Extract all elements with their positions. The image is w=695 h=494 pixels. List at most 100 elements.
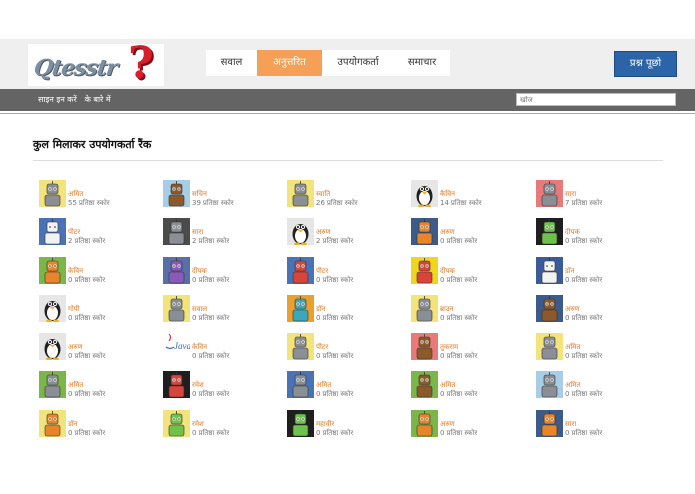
robot-orange-icon[interactable] [39,257,66,284]
user-name-link[interactable]: अमित [565,381,580,390]
robot-gray-icon[interactable] [163,295,190,322]
nav-questions[interactable]: सवाल [206,50,257,76]
user-card[interactable]: सारा 7 प्रतिष्ठा स्कोर [536,180,654,208]
user-card[interactable]: अमित 55 प्रतिष्ठा स्कोर [39,180,157,208]
user-name-link[interactable]: रमेश [192,381,204,390]
user-name-link[interactable]: अमित [68,190,83,199]
user-card[interactable]: दीपक 0 प्रतिष्ठा स्कोर [411,257,529,285]
user-card[interactable]: कैविन 14 प्रतिष्ठा स्कोर [411,180,529,208]
search-input[interactable] [516,93,676,106]
user-name-link[interactable]: अमित [316,381,331,390]
nav-news[interactable]: समाचार [394,50,450,76]
robot-gray-icon[interactable] [536,371,563,398]
robot-gray-icon[interactable] [287,333,314,360]
user-name-link[interactable]: अरुण [565,305,580,314]
user-card[interactable]: अमित 0 प्रतिष्ठा स्कोर [411,371,529,399]
user-card[interactable]: पीटर 0 प्रतिष्ठा स्कोर [287,333,405,361]
user-name-link[interactable]: अमित [68,381,83,390]
user-card[interactable]: रमेश 0 प्रतिष्ठा स्कोर [163,371,281,399]
user-name-link[interactable]: सारा [192,228,203,237]
penguin-icon[interactable] [39,295,66,322]
user-name-link[interactable]: दीपक [440,267,455,276]
robot-orange-icon[interactable] [411,218,438,245]
robot-teal-icon[interactable] [287,295,314,322]
user-name-link[interactable]: अमित [565,343,580,352]
user-name-link[interactable]: महावीर [316,420,334,429]
penguin-icon[interactable] [287,218,314,245]
penguin-icon[interactable] [39,333,66,360]
user-card[interactable]: महावीर 0 प्रतिष्ठा स्कोर [287,410,405,438]
user-card[interactable]: अरुण 0 प्रतिष्ठा स्कोर [39,333,157,361]
user-card[interactable]: अरुण 2 प्रतिष्ठा स्कोर [287,218,405,246]
user-card[interactable]: सारा 0 प्रतिष्ठा स्कोर [536,410,654,438]
user-name-link[interactable]: अरुण [68,343,83,352]
user-card[interactable]: अमित 0 प्रतिष्ठा स्कोर [536,371,654,399]
robot-white-icon[interactable] [39,218,66,245]
user-name-link[interactable]: सारा [565,420,576,429]
user-name-link[interactable]: अमित [440,381,455,390]
java-logo-icon[interactable]: Java [163,333,190,360]
robot-gray-icon[interactable] [536,333,563,360]
user-card[interactable]: ब्राउन 0 प्रतिष्ठा स्कोर [411,295,529,323]
user-name-link[interactable]: केविन [68,267,83,276]
robot-green-icon[interactable] [536,218,563,245]
user-name-link[interactable]: पीटर [68,228,80,237]
robot-brown-icon[interactable] [411,333,438,360]
user-name-link[interactable]: सारा [565,190,576,199]
robot-green-icon[interactable] [287,410,314,437]
user-card[interactable]: रमेश 0 प्रतिष्ठा स्कोर [163,410,281,438]
user-name-link[interactable]: अरुण [316,228,331,237]
robot-red-icon[interactable] [287,257,314,284]
robot-gray-icon[interactable] [536,180,563,207]
nav-unanswered[interactable]: अनुत्तरित [257,50,322,76]
user-card[interactable]: सारा 2 प्रतिष्ठा स्कोर [163,218,281,246]
user-name-link[interactable]: दीपक [192,267,207,276]
user-name-link[interactable]: दीपक [565,228,580,237]
user-card[interactable]: डॉन 0 प्रतिष्ठा स्कोर [287,295,405,323]
user-card[interactable]: अरुण 0 प्रतिष्ठा स्कोर [411,410,529,438]
user-name-link[interactable]: अरुण [440,228,455,237]
user-card[interactable]: डॉन 0 प्रतिष्ठा स्कोर [536,257,654,285]
ask-question-button[interactable]: प्रश्न पूछो [614,51,677,77]
user-name-link[interactable]: सचिन [192,190,207,199]
sign-in-link[interactable]: साइन इन करें [38,95,77,104]
user-name-link[interactable]: डॉन [316,305,325,314]
user-name-link[interactable]: डॉन [565,267,574,276]
user-card[interactable]: अमित 0 प्रतिष्ठा स्कोर [39,371,157,399]
robot-brown-icon[interactable] [536,295,563,322]
user-card[interactable]: दीपक 0 प्रतिष्ठा स्कोर [536,218,654,246]
user-card[interactable]: पीटर 2 प्रतिष्ठा स्कोर [39,218,157,246]
user-name-link[interactable]: डॉन [68,420,77,429]
user-card[interactable]: अमित 0 प्रतिष्ठा स्कोर [536,333,654,361]
user-name-link[interactable]: गोपी [68,305,80,314]
user-card[interactable]: स्वाति 26 प्रतिष्ठा स्कोर [287,180,405,208]
user-card[interactable]: अमित 0 प्रतिष्ठा स्कोर [287,371,405,399]
nav-users[interactable]: उपयोगकर्ता [322,50,394,76]
robot-white-icon[interactable] [536,257,563,284]
robot-gray-icon[interactable] [39,180,66,207]
user-name-link[interactable]: सवाल [192,305,207,314]
user-card[interactable]: डॉन 0 प्रतिष्ठा स्कोर [39,410,157,438]
site-logo[interactable]: Qtesstr ? [28,44,164,86]
robot-brown-icon[interactable] [163,180,190,207]
about-link[interactable]: के बारे में [85,95,111,104]
user-card[interactable]: सवाल 0 प्रतिष्ठा स्कोर [163,295,281,323]
user-card[interactable]: दीपक 0 प्रतिष्ठा स्कोर [163,257,281,285]
robot-gray-icon[interactable] [411,295,438,322]
user-name-link[interactable]: केविन [192,343,207,352]
user-name-link[interactable]: स्वाति [316,190,330,199]
robot-purple-icon[interactable] [163,257,190,284]
user-card[interactable]: अरुण 0 प्रतिष्ठा स्कोर [536,295,654,323]
penguin-icon[interactable] [411,180,438,207]
user-card[interactable]: तुकराम 0 प्रतिष्ठा स्कोर [411,333,529,361]
user-card[interactable]: गोपी 0 प्रतिष्ठा स्कोर [39,295,157,323]
robot-red-icon[interactable] [163,371,190,398]
user-name-link[interactable]: तुकराम [440,343,458,352]
robot-orange-icon[interactable] [536,410,563,437]
robot-red-icon[interactable] [411,257,438,284]
user-name-link[interactable]: ब्राउन [440,305,454,314]
robot-orange-icon[interactable] [39,410,66,437]
robot-gray-icon[interactable] [287,371,314,398]
user-card[interactable]: अरुण 0 प्रतिष्ठा स्कोर [411,218,529,246]
user-name-link[interactable]: पीटर [316,343,328,352]
